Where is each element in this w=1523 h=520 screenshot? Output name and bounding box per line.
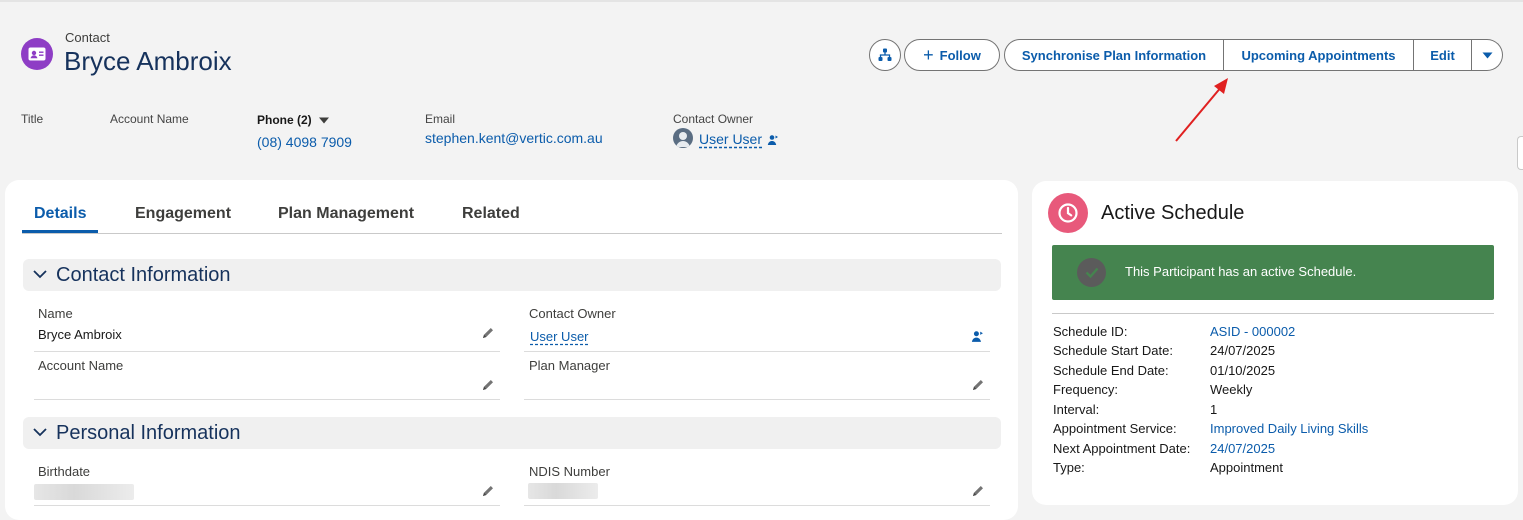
account-name-label: Account Name <box>110 112 189 126</box>
interval-value: 1 <box>1210 402 1218 417</box>
follow-label: Follow <box>939 47 981 63</box>
frequency-label: Frequency: <box>1053 382 1119 397</box>
tab-plan-management[interactable]: Plan Management <box>278 205 414 223</box>
pencil-icon[interactable] <box>971 484 985 498</box>
account-name-field-label: Account Name <box>38 358 124 373</box>
schedule-id-label: Schedule ID: <box>1053 324 1128 339</box>
redacted-birthdate <box>34 484 134 500</box>
details-card <box>5 180 1018 520</box>
tab-details[interactable]: Details <box>34 205 86 223</box>
email-label: Email <box>425 112 456 126</box>
name-value: Bryce Ambroix <box>38 327 122 342</box>
avatar <box>673 128 693 148</box>
contact-owner-label: Contact Owner <box>673 112 754 126</box>
frequency-value: Weekly <box>1210 382 1253 397</box>
schedule-end-label: Schedule End Date: <box>1053 363 1169 378</box>
upcoming-appointments-button[interactable]: Upcoming Appointments <box>1224 39 1414 71</box>
contact-owner-field-label: Contact Owner <box>529 306 616 321</box>
personal-information-title: Personal Information <box>56 422 241 444</box>
schedule-card-title: Active Schedule <box>1101 202 1245 224</box>
interval-label: Interval: <box>1053 402 1100 417</box>
contact-record-icon <box>21 38 53 70</box>
banner-message: This Participant has an active Schedule. <box>1125 264 1357 279</box>
title-label: Title <box>21 112 44 126</box>
next-appointment-link[interactable]: 24/07/2025 <box>1210 441 1275 456</box>
phone-label: Phone (2) <box>257 113 312 127</box>
change-owner-icon[interactable] <box>971 330 984 343</box>
name-label: Name <box>38 306 73 321</box>
field-divider <box>524 351 990 352</box>
appointment-service-label: Appointment Service: <box>1053 421 1177 436</box>
annotation-arrow-icon <box>1175 78 1228 142</box>
schedule-start-value: 24/07/2025 <box>1210 343 1276 358</box>
field-divider <box>524 399 990 400</box>
schedule-start-label: Schedule Start Date: <box>1053 343 1173 358</box>
redacted-ndis-number <box>528 483 598 499</box>
more-actions-button[interactable] <box>1472 39 1503 71</box>
follow-button[interactable]: + Follow <box>904 39 1000 71</box>
hierarchy-button[interactable] <box>869 39 901 71</box>
chevron-down-icon[interactable] <box>33 269 47 279</box>
phone-link[interactable]: (08) 4098 7909 <box>257 134 352 150</box>
field-divider <box>34 399 500 400</box>
field-divider <box>524 505 990 506</box>
plan-manager-label: Plan Manager <box>529 358 610 373</box>
email-link[interactable]: stephen.kent@vertic.com.au <box>425 130 603 146</box>
chevron-down-icon[interactable] <box>33 427 47 437</box>
schedule-id-link[interactable]: ASID - 000002 <box>1210 324 1295 339</box>
utility-bar-toggle[interactable] <box>1517 136 1523 170</box>
field-divider <box>34 351 500 352</box>
schedule-end-value: 01/10/2025 <box>1210 363 1276 378</box>
contact-owner-field-link[interactable]: User User <box>530 329 589 344</box>
schedule-divider <box>1052 313 1494 314</box>
plus-icon: + <box>923 45 934 65</box>
owner-link[interactable]: User User <box>699 131 762 147</box>
pencil-icon[interactable] <box>481 484 495 498</box>
clock-icon <box>1048 193 1088 233</box>
field-divider <box>34 505 500 506</box>
check-icon <box>1077 258 1106 287</box>
appointment-service-link[interactable]: Improved Daily Living Skills <box>1210 421 1368 436</box>
record-name: Bryce Ambroix <box>64 46 232 76</box>
chevron-down-icon <box>1482 52 1492 58</box>
hierarchy-icon <box>878 48 892 61</box>
pencil-icon[interactable] <box>971 378 985 392</box>
phone-dropdown[interactable]: Phone (2) <box>257 113 330 127</box>
pencil-icon[interactable] <box>481 326 495 340</box>
pencil-icon[interactable] <box>481 378 495 392</box>
change-owner-icon[interactable] <box>767 134 779 146</box>
synchronise-plan-button[interactable]: Synchronise Plan Information <box>1004 39 1224 71</box>
tab-divider <box>22 233 1002 234</box>
edit-button[interactable]: Edit <box>1414 39 1472 71</box>
ndis-number-label: NDIS Number <box>529 464 610 479</box>
birthdate-label: Birthdate <box>38 464 91 479</box>
type-label: Type: <box>1053 460 1085 475</box>
record-object-type: Contact <box>65 30 110 45</box>
tab-related[interactable]: Related <box>462 205 520 223</box>
active-tab-indicator <box>22 230 98 233</box>
type-value: Appointment <box>1210 460 1283 475</box>
tab-engagement[interactable]: Engagement <box>135 205 231 223</box>
next-appointment-label: Next Appointment Date: <box>1053 441 1191 456</box>
contact-information-title: Contact Information <box>56 264 231 286</box>
top-border <box>0 0 1523 2</box>
caret-down-icon <box>319 117 330 124</box>
